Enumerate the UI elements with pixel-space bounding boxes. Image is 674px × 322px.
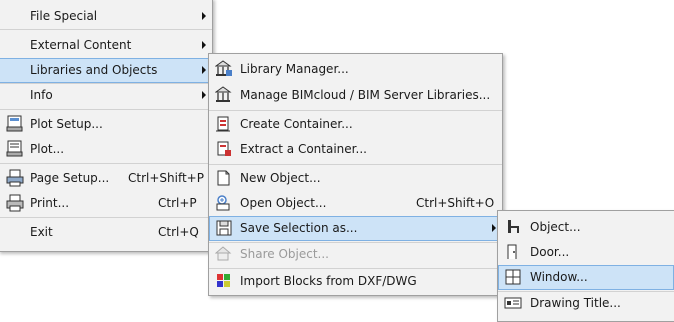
new-object-icon xyxy=(217,170,230,186)
page-setup-icon xyxy=(6,169,24,187)
menu-item-create-container[interactable]: Create Container... xyxy=(209,112,502,137)
create-container-icon xyxy=(216,116,230,132)
menu-item-object[interactable]: Object... xyxy=(498,215,674,240)
shortcut-label: Ctrl+P xyxy=(158,196,197,210)
menu-item-label: Window... xyxy=(530,270,588,284)
separator xyxy=(0,109,212,110)
menu-item-library-manager[interactable]: Library Manager... xyxy=(209,57,502,82)
menu-item-page-setup[interactable]: Page Setup... Ctrl+Shift+P xyxy=(0,166,212,191)
submenu-arrow-icon xyxy=(202,12,206,20)
plot-icon xyxy=(6,140,23,157)
menu-item-import-blocks[interactable]: Import Blocks from DXF/DWG xyxy=(209,269,502,294)
menu-item-label: Open Object... xyxy=(240,196,327,210)
menu-item-window[interactable]: Window... xyxy=(498,265,674,290)
menu-item-label: Create Container... xyxy=(240,117,353,131)
menu-item-label: Info xyxy=(30,88,53,102)
shortcut-label: Ctrl+Shift+O xyxy=(416,196,495,210)
menu-item-label: Page Setup... xyxy=(30,171,110,185)
library-manager-icon xyxy=(215,60,232,76)
extract-container-icon xyxy=(217,141,231,156)
menu-item-save-selection-as[interactable]: Save Selection as... xyxy=(209,216,502,241)
menu-item-print[interactable]: Print... Ctrl+P xyxy=(0,191,212,216)
menu-item-label: Object... xyxy=(530,220,581,234)
menu-item-open-object[interactable]: Open Object... Ctrl+Shift+O xyxy=(209,191,502,216)
libraries-and-objects-submenu: Library Manager... Manage BIMcloud / BIM… xyxy=(208,53,503,296)
menu-item-label: Extract a Container... xyxy=(240,142,367,156)
menu-item-door[interactable]: Door... xyxy=(498,240,674,265)
menu-item-label: Exit xyxy=(30,225,53,239)
menu-item-label: Share Object... xyxy=(240,247,329,261)
window-icon xyxy=(505,269,521,285)
menu-item-label: Library Manager... xyxy=(240,62,349,76)
share-object-icon xyxy=(215,246,232,261)
shortcut-label: Ctrl+Shift+P xyxy=(128,171,204,185)
submenu-arrow-icon xyxy=(202,66,206,74)
menu-item-label: Plot Setup... xyxy=(30,117,103,131)
menu-item-info[interactable]: Info xyxy=(0,83,212,108)
printer-icon xyxy=(6,194,24,212)
shortcut-label: Ctrl+Q xyxy=(158,225,199,239)
menu-item-plot-setup[interactable]: Plot Setup... xyxy=(0,112,212,137)
menu-item-label: Import Blocks from DXF/DWG xyxy=(240,274,417,288)
menu-item-share-object[interactable]: Share Object... xyxy=(209,242,502,267)
separator xyxy=(0,217,212,218)
menu-item-file-special[interactable]: File Special xyxy=(0,4,212,29)
separator xyxy=(0,29,212,30)
menu-item-label: Door... xyxy=(530,245,570,259)
import-blocks-icon xyxy=(217,274,230,287)
menu-item-drawing-title[interactable]: Drawing Title... xyxy=(498,291,674,316)
separator xyxy=(209,110,502,111)
submenu-arrow-icon xyxy=(202,41,206,49)
menu-item-label: Manage BIMcloud / BIM Server Libraries..… xyxy=(240,88,491,102)
menu-item-plot[interactable]: Plot... xyxy=(0,137,212,162)
bimcloud-libraries-icon xyxy=(215,86,232,102)
menu-item-extract-container[interactable]: Extract a Container... xyxy=(209,137,502,162)
menu-item-label: File Special xyxy=(30,9,98,23)
menu-item-external-content[interactable]: External Content xyxy=(0,33,212,58)
separator xyxy=(0,163,212,164)
menu-item-libraries-and-objects[interactable]: Libraries and Objects xyxy=(0,58,212,83)
open-object-icon xyxy=(216,195,230,211)
submenu-arrow-icon xyxy=(202,91,206,99)
menu-item-label: Save Selection as... xyxy=(240,221,358,235)
menu-item-manage-bimcloud-libraries[interactable]: Manage BIMcloud / BIM Server Libraries..… xyxy=(209,83,502,108)
drawing-title-icon xyxy=(504,297,522,309)
submenu-arrow-icon xyxy=(492,224,496,232)
menu-item-label: External Content xyxy=(30,38,132,52)
save-selection-submenu: Object... Door... Window... Drawing Titl… xyxy=(497,210,674,322)
menu-item-label: Libraries and Objects xyxy=(30,63,158,77)
file-menu: File Special External Content Libraries … xyxy=(0,0,213,252)
menu-item-new-object[interactable]: New Object... xyxy=(209,166,502,191)
door-icon xyxy=(507,244,517,259)
plot-setup-icon xyxy=(6,115,23,132)
object-icon xyxy=(508,220,519,233)
menu-item-label: Drawing Title... xyxy=(530,296,621,310)
menu-item-label: Plot... xyxy=(30,142,65,156)
menu-item-label: Print... xyxy=(30,196,70,210)
menu-item-label: New Object... xyxy=(240,171,321,185)
menu-item-exit[interactable]: Exit Ctrl+Q xyxy=(0,220,212,245)
save-selection-icon xyxy=(216,220,232,236)
separator xyxy=(209,164,502,165)
